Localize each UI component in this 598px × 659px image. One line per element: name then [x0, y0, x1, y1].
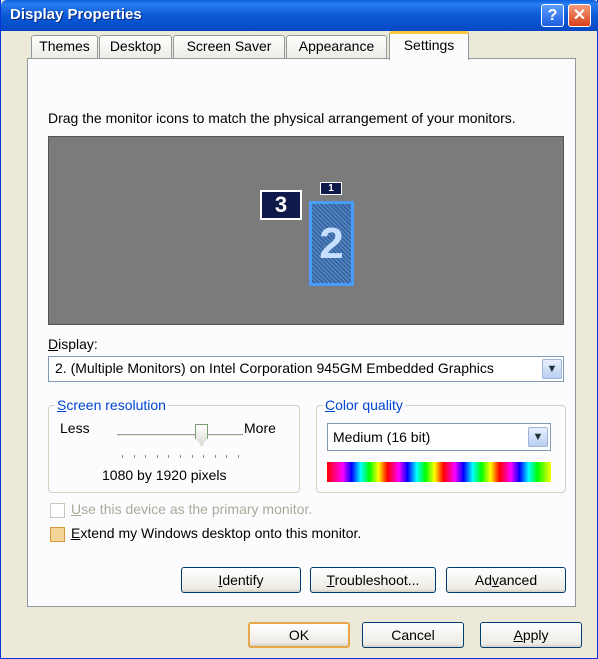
color-quality-dropdown[interactable]: Medium (16 bit) ▼ [327, 423, 551, 451]
tab-desktop[interactable]: Desktop [99, 35, 172, 58]
troubleshoot-button[interactable]: Troubleshoot... [310, 567, 436, 593]
window-title: Display Properties [10, 6, 142, 23]
help-icon[interactable]: ? [541, 4, 564, 27]
slider-tick [238, 455, 239, 458]
slider-tick [214, 455, 216, 458]
tab-settings[interactable]: Settings [389, 31, 469, 60]
tab-themes[interactable]: Themes [31, 35, 98, 58]
slider-tick [168, 455, 170, 458]
chevron-down-icon[interactable]: ▼ [528, 427, 548, 447]
slider-tick [133, 455, 135, 458]
display-dropdown[interactable]: 2. (Multiple Monitors) on Intel Corporat… [48, 356, 564, 382]
slider-more-label: More [244, 420, 276, 436]
monitor-3-icon[interactable]: 3 [260, 190, 302, 220]
close-icon[interactable]: ✕ [568, 4, 591, 27]
primary-monitor-label: Use this device as the primary monitor. [71, 501, 313, 517]
extend-desktop-label: Extend my Windows desktop onto this moni… [71, 525, 362, 541]
slider-less-label: Less [60, 420, 90, 436]
monitor-2-icon[interactable]: 2 [309, 201, 354, 286]
display-label: Display: [48, 336, 98, 352]
apply-button[interactable]: Apply [480, 622, 582, 648]
resolution-value: 1080 by 1920 pixels [102, 467, 227, 483]
primary-monitor-checkbox[interactable] [50, 503, 65, 518]
resolution-slider-track[interactable] [117, 434, 243, 437]
color-quality-value: Medium (16 bit) [333, 429, 431, 445]
display-dropdown-value: 2. (Multiple Monitors) on Intel Corporat… [55, 360, 494, 376]
slider-tick [180, 455, 181, 458]
advanced-button[interactable]: Advanced [446, 567, 566, 593]
instruction-text: Drag the monitor icons to match the phys… [48, 110, 516, 126]
tab-screen-saver[interactable]: Screen Saver [173, 35, 285, 58]
screen-resolution-title: Screen resolution [55, 397, 168, 413]
extend-desktop-checkbox[interactable] [50, 527, 65, 542]
slider-tick [203, 455, 205, 458]
slider-tick [191, 455, 193, 458]
monitor-1-icon[interactable]: 1 [320, 182, 342, 195]
cancel-button[interactable]: Cancel [362, 622, 464, 648]
color-quality-title: Color quality [323, 397, 405, 413]
color-spectrum-preview [327, 462, 551, 482]
title-bar[interactable]: Display Properties ? ✕ [1, 0, 598, 31]
slider-tick [122, 455, 123, 458]
identify-button[interactable]: Identify [181, 567, 301, 593]
chevron-down-icon[interactable]: ▼ [542, 359, 562, 379]
ok-button[interactable]: OK [248, 622, 350, 648]
slider-tick [145, 455, 147, 458]
monitor-arrangement-area [48, 136, 564, 325]
slider-tick [226, 455, 228, 458]
slider-tick [156, 455, 158, 458]
tab-appearance[interactable]: Appearance [286, 35, 387, 58]
